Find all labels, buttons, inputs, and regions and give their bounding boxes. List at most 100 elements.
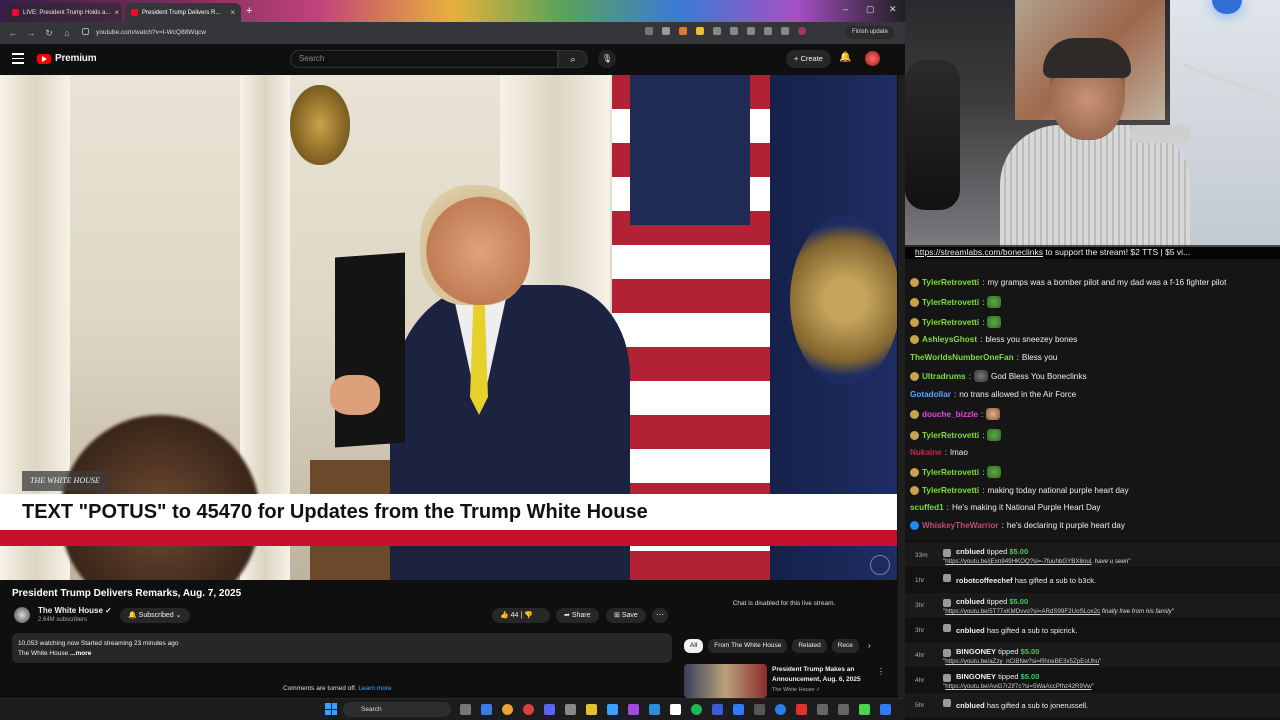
- tip-link[interactable]: https://youtu.be/AviG7rZif7c?si=5WaAccPf…: [945, 683, 1091, 690]
- app-icon[interactable]: [796, 704, 807, 715]
- chip-all[interactable]: All: [684, 639, 704, 653]
- chip-from-channel[interactable]: From The White House: [708, 639, 788, 653]
- app-icon[interactable]: [607, 704, 618, 715]
- kebab-menu-icon[interactable]: ⋮: [877, 667, 885, 676]
- microphone-icon[interactable]: 🎙: [598, 50, 616, 68]
- home-icon[interactable]: ⌂: [58, 28, 76, 38]
- extension-icon[interactable]: [730, 27, 738, 35]
- close-window-icon[interactable]: ✕: [889, 4, 897, 15]
- app-icon[interactable]: [670, 704, 681, 715]
- notifications-bell-icon[interactable]: 🔔: [839, 52, 851, 63]
- app-icon[interactable]: [880, 704, 891, 715]
- video-player[interactable]: THE WHITE HOUSE TEXT "POTUS" to 45470 fo…: [0, 75, 897, 580]
- description-box[interactable]: 10,053 watching now Started streaming 23…: [12, 633, 672, 663]
- app-icon[interactable]: [775, 704, 786, 715]
- chat-username[interactable]: AshleysGhost: [922, 335, 977, 344]
- chevron-right-icon[interactable]: ›: [868, 641, 871, 650]
- chrome-icon[interactable]: [502, 704, 513, 715]
- event-user[interactable]: cnblued: [956, 626, 985, 635]
- taskbar-search[interactable]: Search: [343, 702, 451, 717]
- page-scrollbar[interactable]: [898, 75, 905, 698]
- close-tab-icon[interactable]: ×: [230, 8, 235, 17]
- extension-orange-icon[interactable]: [679, 27, 687, 35]
- discord-icon[interactable]: [544, 704, 555, 715]
- chip-related[interactable]: Related: [792, 639, 827, 653]
- account-avatar[interactable]: [865, 51, 880, 66]
- learn-more-link[interactable]: Learn more: [358, 685, 391, 692]
- chat-username[interactable]: TylerRetrovetti: [922, 318, 979, 327]
- search-icon[interactable]: ⌕: [558, 50, 588, 68]
- subscribed-button[interactable]: 🔔 Subscribed ⌄: [120, 608, 190, 623]
- chip-recent[interactable]: Rece: [831, 639, 859, 653]
- share-button[interactable]: ➦ Share: [556, 608, 599, 623]
- app-icon[interactable]: [817, 704, 828, 715]
- forward-icon[interactable]: →: [22, 28, 40, 38]
- chat-username[interactable]: Gotadollar: [910, 390, 951, 399]
- recommendation-thumbnail[interactable]: [684, 664, 767, 698]
- app-icon[interactable]: [859, 704, 870, 715]
- maximize-icon[interactable]: ▢: [866, 4, 875, 15]
- download-icon[interactable]: [781, 27, 789, 35]
- chat-username[interactable]: TylerRetrovetti: [922, 278, 979, 287]
- spotify-icon[interactable]: [691, 704, 702, 715]
- bookmark-star-icon[interactable]: [662, 27, 670, 35]
- event-user[interactable]: BINGONEY: [956, 647, 996, 656]
- event-user[interactable]: BINGONEY: [956, 672, 996, 681]
- chat-username[interactable]: douche_bizzle: [922, 410, 978, 419]
- event-user[interactable]: cnblued: [956, 701, 985, 710]
- extension-icon[interactable]: [713, 27, 721, 35]
- back-icon[interactable]: ←: [4, 28, 22, 38]
- create-button[interactable]: + Create: [786, 50, 831, 68]
- event-user[interactable]: robotcoffeechef: [956, 576, 1013, 585]
- chat-username[interactable]: TheWorldsNumberOneFan: [910, 353, 1014, 362]
- app-icon[interactable]: [565, 704, 576, 715]
- save-button[interactable]: ⊞ Save: [606, 608, 646, 623]
- app-icon[interactable]: [649, 704, 660, 715]
- extension-yellow-icon[interactable]: [696, 27, 704, 35]
- app-icon[interactable]: [754, 704, 765, 715]
- app-icon[interactable]: [628, 704, 639, 715]
- finish-update-button[interactable]: Finish update: [846, 26, 895, 39]
- minimize-icon[interactable]: –: [843, 4, 848, 14]
- event-user[interactable]: cnblued: [956, 597, 985, 606]
- sidepanel-icon[interactable]: [764, 27, 772, 35]
- chat-username[interactable]: TylerRetrovetti: [922, 298, 979, 307]
- windows-start-icon[interactable]: [325, 703, 337, 715]
- more-actions-button[interactable]: ⋯: [652, 608, 668, 623]
- app-icon[interactable]: [733, 704, 744, 715]
- recommendation-title[interactable]: President Trump Makes an Announcement, A…: [772, 665, 872, 685]
- chat-username[interactable]: Ultradrums: [922, 372, 966, 381]
- cast-icon[interactable]: [645, 27, 653, 35]
- app-icon[interactable]: [838, 704, 849, 715]
- tip-link[interactable]: https://youtu.be/jExn949HKOQ?si=-7fuuhbG…: [945, 558, 1091, 565]
- new-tab-icon[interactable]: +: [246, 5, 252, 17]
- chat-username[interactable]: TylerRetrovetti: [922, 486, 979, 495]
- file-explorer-icon[interactable]: [586, 704, 597, 715]
- edge-icon[interactable]: [481, 704, 492, 715]
- site-info-icon[interactable]: [82, 28, 89, 35]
- menu-icon[interactable]: [12, 53, 24, 67]
- chrome-profile-icon[interactable]: [523, 704, 534, 715]
- channel-name[interactable]: The White House ✓: [38, 606, 112, 615]
- reload-icon[interactable]: ↻: [40, 28, 58, 39]
- chat-username[interactable]: scuffed1: [910, 503, 944, 512]
- extensions-puzzle-icon[interactable]: [747, 27, 755, 35]
- event-user[interactable]: cnblued: [956, 547, 985, 556]
- tip-link[interactable]: https://youtu.be/5T77xKMDvvo?si=ARdS99F2…: [945, 608, 1100, 615]
- search-input[interactable]: Search: [290, 50, 558, 68]
- youtube-logo[interactable]: Premium: [37, 53, 97, 64]
- channel-avatar[interactable]: [14, 607, 30, 623]
- task-view-icon[interactable]: [460, 704, 471, 715]
- tab-trump-remarks[interactable]: President Trump Delivers R... ×: [125, 3, 241, 22]
- show-more-link[interactable]: ...more: [70, 650, 91, 657]
- tip-link[interactable]: https://youtu.be/aZzy_nCiBNw?si=RhneBE3x…: [945, 658, 1099, 665]
- profile-avatar-icon[interactable]: [798, 27, 806, 35]
- like-dislike-button[interactable]: 👍 44 | 👎: [492, 608, 550, 623]
- close-tab-icon[interactable]: ×: [114, 8, 119, 17]
- app-icon[interactable]: [712, 704, 723, 715]
- chat-username[interactable]: TylerRetrovetti: [922, 431, 979, 440]
- tab-live-trump[interactable]: LIVE: President Trump Holds a... ×: [6, 3, 122, 22]
- chat-username[interactable]: TylerRetrovetti: [922, 468, 979, 477]
- chat-username[interactable]: Nukaine: [910, 448, 942, 457]
- chat-username[interactable]: WhiskeyTheWarrior: [922, 521, 999, 530]
